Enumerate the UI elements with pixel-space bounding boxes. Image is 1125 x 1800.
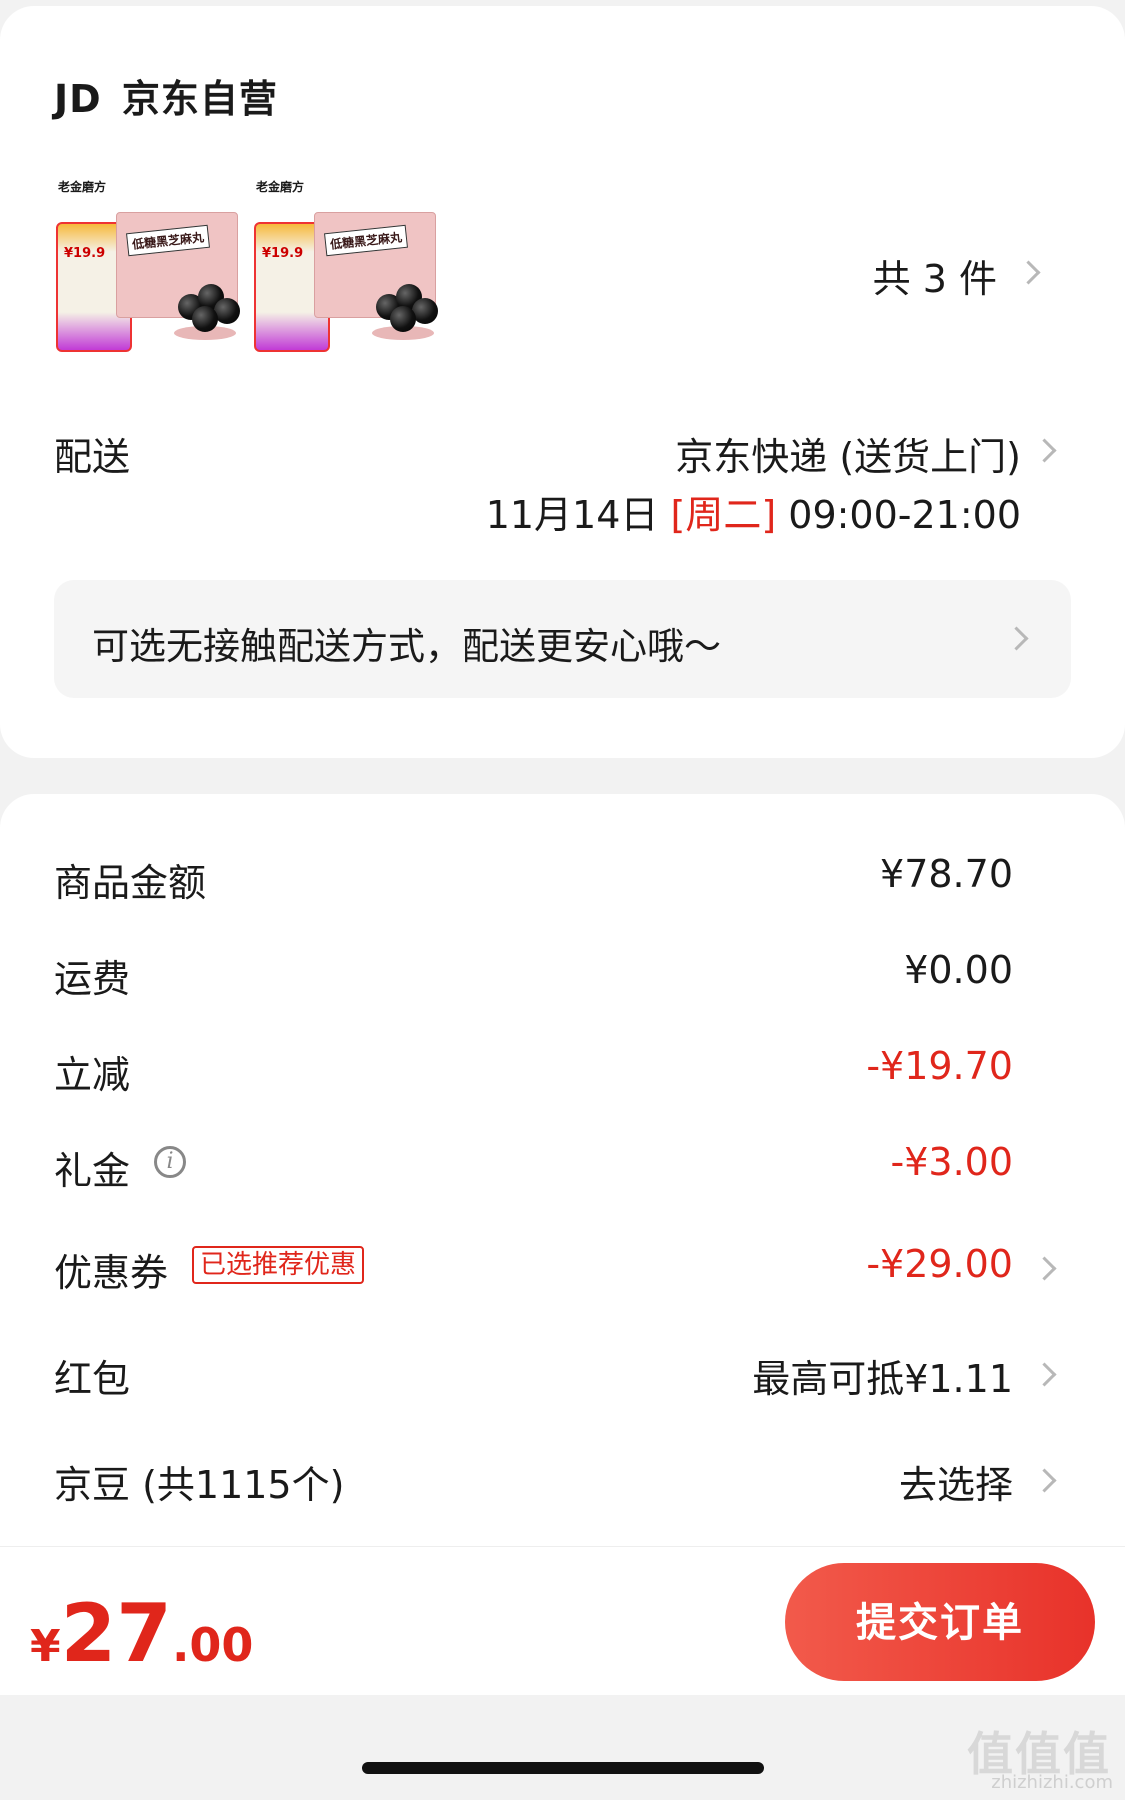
chevron-right-icon[interactable] (1032, 438, 1057, 463)
watermark-url: zhizhizhi.com (991, 1772, 1113, 1793)
order-total: ¥27.00 (30, 1587, 253, 1680)
chevron-right-icon[interactable] (1016, 260, 1041, 285)
item-count[interactable]: 共 3 件 (873, 248, 997, 303)
jd-logo: JD (54, 77, 102, 121)
contactless-delivery-option[interactable]: 可选无接触配送方式，配送更安心哦～ (54, 580, 1071, 698)
delivery-label: 配送 (54, 435, 131, 479)
goods-amount-value: ¥78.70 (880, 852, 1013, 896)
goods-amount-label: 商品金额 (54, 861, 207, 905)
product-thumbnail[interactable]: 老金磨方 ¥19.9 低糖黑芝麻丸 (252, 176, 444, 356)
red-packet-value: 最高可抵¥1.11 (752, 1357, 1013, 1401)
chevron-right-icon[interactable] (1032, 1362, 1057, 1387)
price-summary-card: 商品金额 ¥78.70 运费 ¥0.00 立减 -¥19.70 礼金 i -¥3… (0, 794, 1125, 1654)
delivery-method[interactable]: 京东快递 (送货上门) (675, 426, 1021, 481)
goods-amount-row: 商品金额 ¥78.70 (0, 852, 1125, 932)
delivery-weekday: [周二] (670, 493, 777, 537)
coupon-badge: 已选推荐优惠 (192, 1246, 365, 1284)
instant-discount-row: 立减 -¥19.70 (0, 1044, 1125, 1124)
shipping-value: ¥0.00 (904, 948, 1013, 992)
store-title: JD 京东自营 (54, 68, 278, 123)
coupon-row[interactable]: 优惠券 已选推荐优惠 -¥29.00 (0, 1242, 1125, 1322)
info-icon[interactable]: i (154, 1146, 186, 1178)
poster-price: ¥19.9 (64, 246, 106, 261)
coupon-label: 优惠券 (54, 1251, 169, 1295)
shipping-row: 运费 ¥0.00 (0, 948, 1125, 1028)
checkout-bar: ¥27.00 提交订单 (0, 1546, 1125, 1695)
contactless-tip: 可选无接触配送方式，配送更安心哦～ (92, 625, 721, 668)
chevron-right-icon[interactable] (1032, 1468, 1057, 1493)
instant-discount-label: 立减 (54, 1053, 131, 1097)
delivery-time[interactable]: 11月14日 [周二] 09:00-21:00 (486, 484, 1021, 539)
red-packet-row[interactable]: 红包 最高可抵¥1.11 (0, 1348, 1125, 1428)
product-brand: 老金磨方 (256, 180, 305, 194)
home-indicator[interactable] (362, 1762, 764, 1774)
coupon-value: -¥29.00 (866, 1242, 1013, 1286)
total-decimal: .00 (171, 1618, 254, 1672)
box-label: 低糖黑芝麻丸 (126, 224, 210, 257)
box-label: 低糖黑芝麻丸 (324, 224, 408, 257)
store-name: 京东自营 (121, 77, 278, 121)
total-integer: 27 (60, 1587, 172, 1680)
jd-beans-value[interactable]: 去选择 (899, 1454, 1013, 1509)
shipping-label: 运费 (54, 957, 131, 1001)
chevron-right-icon[interactable] (1032, 1256, 1057, 1281)
submit-order-button[interactable]: 提交订单 (785, 1563, 1095, 1681)
chevron-right-icon (1004, 626, 1029, 651)
jd-beans-label: 京豆 (共1115个) (54, 1463, 345, 1507)
instant-discount-value: -¥19.70 (866, 1044, 1013, 1088)
store-card: JD 京东自营 老金磨方 ¥19.9 低糖黑芝麻丸 老金磨方 ¥19.9 低糖黑… (0, 6, 1125, 758)
delivery-time-range: 09:00-21:00 (788, 493, 1021, 537)
product-thumbnail[interactable]: 老金磨方 ¥19.9 低糖黑芝麻丸 (54, 176, 246, 356)
poster-price: ¥19.9 (262, 246, 304, 261)
gift-money-value: -¥3.00 (890, 1140, 1014, 1184)
red-packet-label: 红包 (54, 1357, 131, 1401)
currency-symbol: ¥ (30, 1621, 61, 1672)
jd-beans-row[interactable]: 京豆 (共1115个) 去选择 (0, 1454, 1125, 1534)
gift-money-label: 礼金 (54, 1149, 131, 1193)
product-brand: 老金磨方 (58, 180, 107, 194)
gift-money-row: 礼金 i -¥3.00 (0, 1140, 1125, 1220)
delivery-date: 11月14日 (485, 493, 659, 537)
